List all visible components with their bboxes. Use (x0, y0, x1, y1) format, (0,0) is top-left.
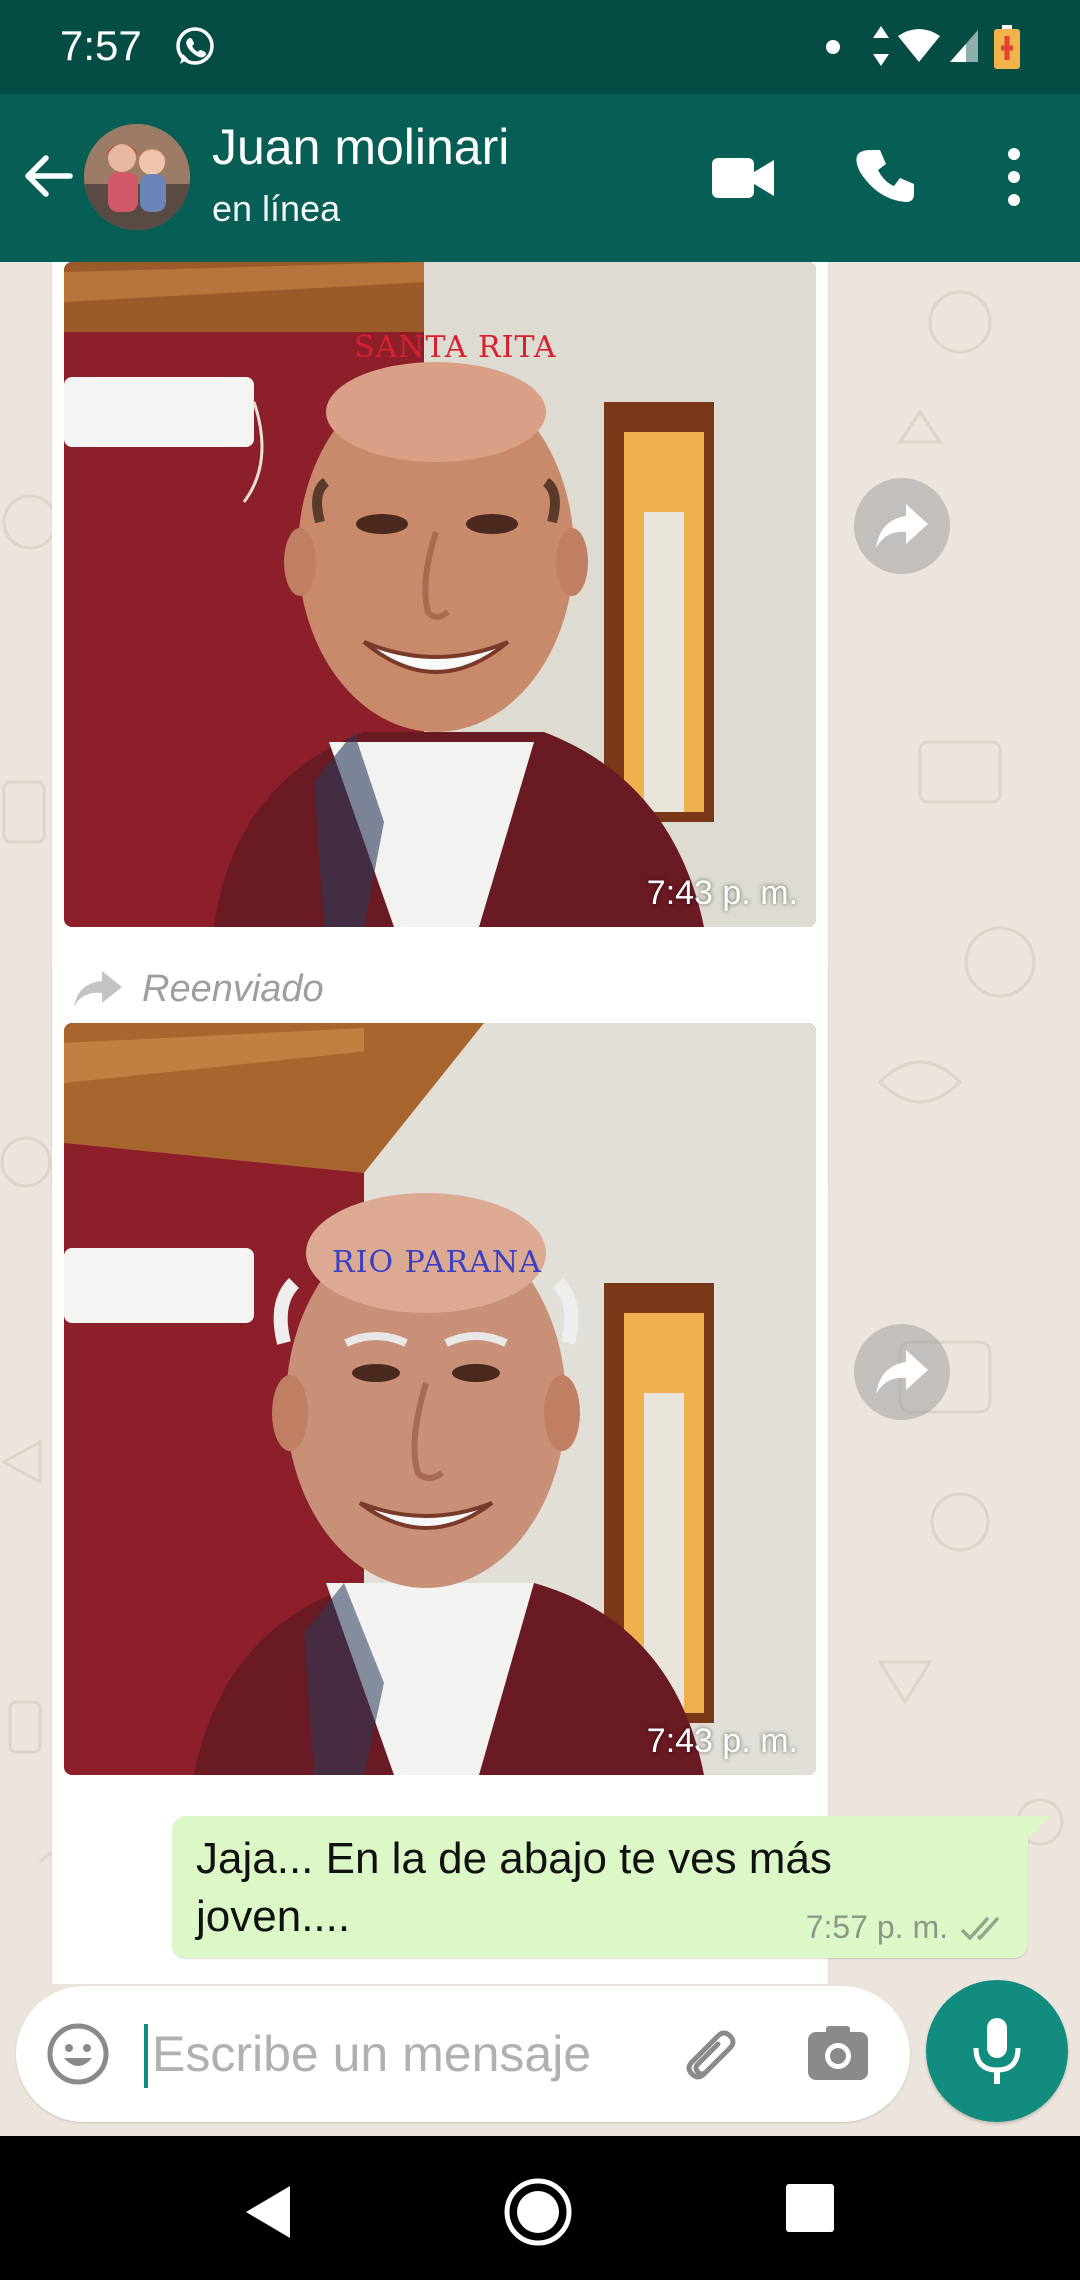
mic-button[interactable] (926, 1980, 1068, 2122)
status-time: 7:57 (60, 22, 142, 69)
whatsapp-icon (176, 27, 214, 65)
battery-charging-icon (994, 25, 1020, 69)
double-check-icon (960, 1916, 1000, 1941)
message-composer (16, 1986, 910, 2122)
forwarded-label: Reenviado (72, 964, 324, 1014)
forward-button[interactable] (854, 478, 950, 574)
paperclip-icon[interactable] (676, 2020, 744, 2088)
photo-caption: RIO PARANA (332, 1245, 542, 1280)
outgoing-message[interactable]: Jaja... En la de abajo te ves más joven.… (172, 1816, 1050, 1958)
share-forward-icon (876, 1350, 928, 1394)
photo-image (64, 1023, 816, 1775)
nav-recents-icon[interactable] (784, 2182, 836, 2234)
message-photo[interactable]: SANTA RITA 7:43 p. m. (64, 262, 816, 927)
wifi-icon (898, 29, 940, 62)
chat-header: Juan molinari en línea (0, 94, 1080, 262)
camera-icon[interactable] (806, 2022, 870, 2086)
photo-caption: SANTA RITA (354, 330, 557, 365)
status-bar: 7:57 (0, 0, 1080, 94)
contact-status: en línea (212, 188, 341, 229)
signal-icon (950, 30, 978, 62)
message-time: 7:43 p. m. (646, 874, 798, 912)
forwarded-text: Reenviado (142, 967, 324, 1010)
message-photo[interactable]: RIO PARANA 7:43 p. m. (64, 1023, 816, 1775)
message-time: 7:43 p. m. (646, 1722, 798, 1760)
forwarded-icon (74, 971, 122, 1007)
message-meta: 7:57 p. m. (806, 1909, 1008, 1946)
video-call-icon[interactable] (710, 150, 776, 206)
back-arrow-icon[interactable] (20, 148, 76, 204)
system-navigation-bar (0, 2136, 1080, 2280)
chat-area[interactable]: SANTA RITA 7:43 p. m. Reenviado RIO PARA… (0, 262, 1080, 1984)
contact-name[interactable]: Juan molinari (212, 118, 509, 176)
forward-button[interactable] (854, 1324, 950, 1420)
avatar[interactable] (84, 124, 190, 230)
mic-icon (973, 2018, 1021, 2084)
nav-back-icon[interactable] (240, 2182, 296, 2242)
share-forward-icon (876, 504, 928, 548)
message-time: 7:57 p. m. (805, 1909, 948, 1945)
nav-home-icon[interactable] (502, 2176, 574, 2248)
avatar-photo (84, 124, 190, 230)
phone-icon[interactable] (856, 146, 918, 208)
emoji-icon[interactable] (46, 2022, 110, 2086)
more-vert-icon[interactable] (994, 144, 1034, 210)
notification-dot-icon (826, 40, 840, 54)
message-input[interactable] (144, 2016, 644, 2092)
data-arrows-icon (873, 26, 889, 66)
